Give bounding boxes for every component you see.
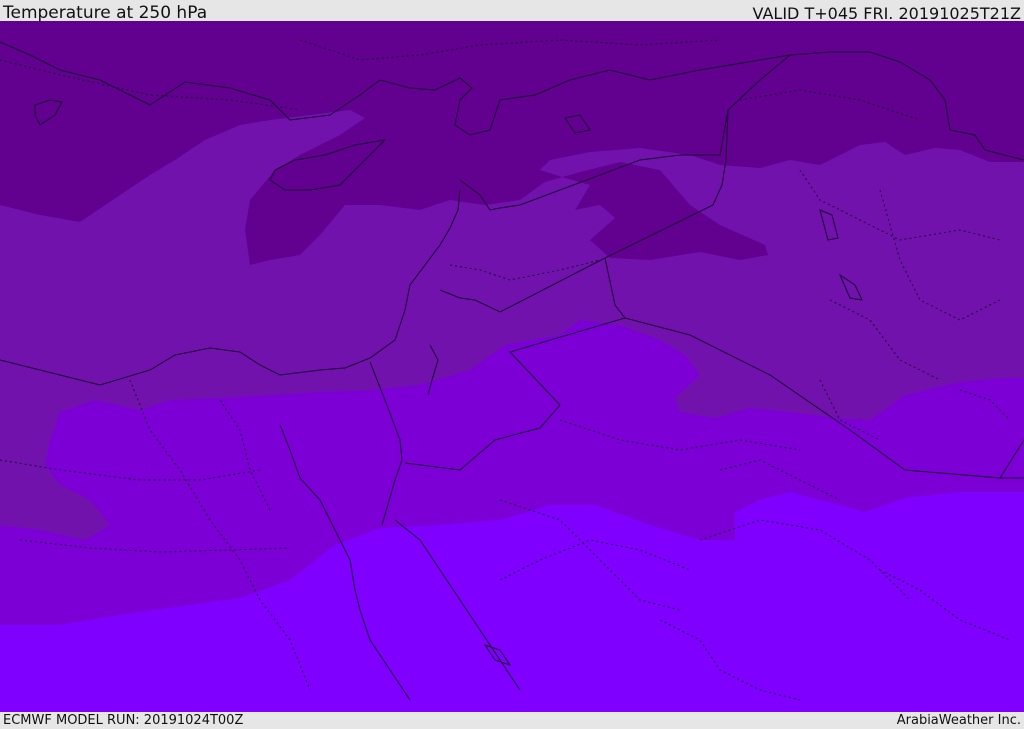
header-bar: Temperature at 250 hPa VALID T+045 FRI. … xyxy=(0,0,1024,23)
map-title: Temperature at 250 hPa xyxy=(3,3,208,23)
model-run: ECMWF MODEL RUN: 20191024T00Z xyxy=(3,713,244,728)
credit-label: ArabiaWeather Inc. xyxy=(896,713,1021,728)
footer-bar: ECMWF MODEL RUN: 20191024T00Z ArabiaWeat… xyxy=(0,712,1024,729)
map-panel[interactable] xyxy=(0,21,1024,712)
temperature-map[interactable] xyxy=(0,21,1024,712)
